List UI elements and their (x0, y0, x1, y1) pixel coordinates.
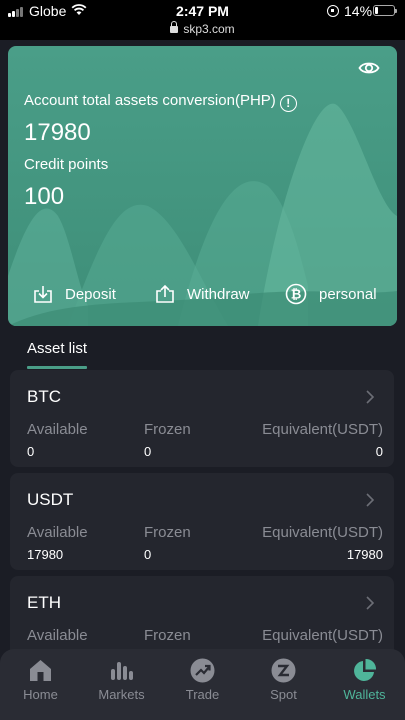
nav-item-trade[interactable]: Trade (162, 649, 243, 720)
battery-icon (373, 5, 397, 16)
equivalent-label: Equivalent(USDT) (262, 627, 383, 644)
credit-points-label: Credit points (24, 156, 109, 173)
nav-item-spot[interactable]: Spot (243, 649, 324, 720)
bar-chart-icon (111, 662, 133, 680)
nav-item-wallets[interactable]: Wallets (324, 649, 405, 720)
chevron-right-icon (366, 596, 375, 610)
nav-item-markets[interactable]: Markets (81, 649, 162, 720)
rotation-lock-icon (327, 5, 339, 17)
frozen-label: Frozen (144, 524, 191, 541)
total-assets-label: Account total assets conversion(PHP)! (24, 92, 297, 112)
nav-label-trade: Trade (185, 687, 220, 702)
tab-asset-list[interactable]: Asset list (27, 340, 87, 357)
total-assets-label-text: Account total assets conversion(PHP) (24, 92, 276, 109)
personal-label: personal (319, 285, 377, 303)
tab-underline (27, 366, 87, 369)
nav-label-markets: Markets (98, 687, 145, 702)
nav-label-spot: Spot (270, 687, 297, 702)
bottom-nav: Home Markets Trade Spot Wallets (0, 649, 405, 720)
nav-label-home: Home (23, 687, 58, 702)
available-label: Available (27, 524, 88, 541)
deposit-button[interactable]: Deposit (33, 281, 116, 307)
withdraw-label: Withdraw (187, 285, 250, 303)
frozen-label: Frozen (144, 627, 191, 644)
equivalent-value: 17980 (346, 547, 383, 562)
info-icon[interactable]: ! (279, 95, 297, 112)
spot-icon (271, 658, 296, 683)
chevron-right-icon (366, 390, 375, 404)
available-label: Available (27, 421, 88, 438)
coin-name: BTC (27, 387, 61, 406)
deposit-label: Deposit (65, 285, 116, 303)
pie-chart-icon (354, 658, 377, 681)
credit-points-value: 100 (24, 183, 65, 210)
frozen-label: Frozen (144, 421, 191, 438)
trend-icon (190, 658, 215, 683)
frozen-value: 0 (144, 444, 152, 459)
bitcoin-icon: ₿ (285, 283, 307, 305)
account-card: Account total assets conversion(PHP)! 17… (8, 46, 397, 326)
lock-icon (170, 21, 179, 33)
equivalent-label: Equivalent(USDT) (262, 421, 383, 438)
battery-percentage: 14% (344, 3, 373, 19)
withdraw-icon (156, 284, 174, 303)
frozen-value: 0 (144, 547, 152, 562)
url-text: skp3.com (183, 22, 235, 36)
url-bar[interactable]: skp3.com (0, 21, 405, 36)
coin-name: USDT (27, 490, 74, 509)
total-assets-value: 17980 (24, 119, 91, 146)
deposit-icon (34, 286, 52, 303)
nav-item-home[interactable]: Home (0, 649, 81, 720)
nav-label-wallets: Wallets (343, 687, 386, 702)
available-value: 17980 (27, 547, 64, 562)
available-value: 0 (27, 444, 35, 459)
svg-text:₿: ₿ (291, 287, 302, 302)
equivalent-value: 0 (375, 444, 383, 459)
personal-button[interactable]: ₿ personal (285, 281, 377, 307)
withdraw-button[interactable]: Withdraw (155, 281, 250, 307)
status-bar: Globe 2:47 PM skp3.com 14% (0, 0, 405, 40)
coin-name: ETH (27, 593, 61, 612)
chevron-right-icon (366, 493, 375, 507)
eye-icon[interactable] (358, 58, 380, 78)
home-icon (30, 660, 51, 681)
equivalent-label: Equivalent(USDT) (262, 524, 383, 541)
asset-card-btc[interactable]: BTC Available Frozen Equivalent(USDT) 0 … (10, 370, 394, 467)
asset-card-usdt[interactable]: USDT Available Frozen Equivalent(USDT) 1… (10, 473, 394, 570)
available-label: Available (27, 627, 88, 644)
